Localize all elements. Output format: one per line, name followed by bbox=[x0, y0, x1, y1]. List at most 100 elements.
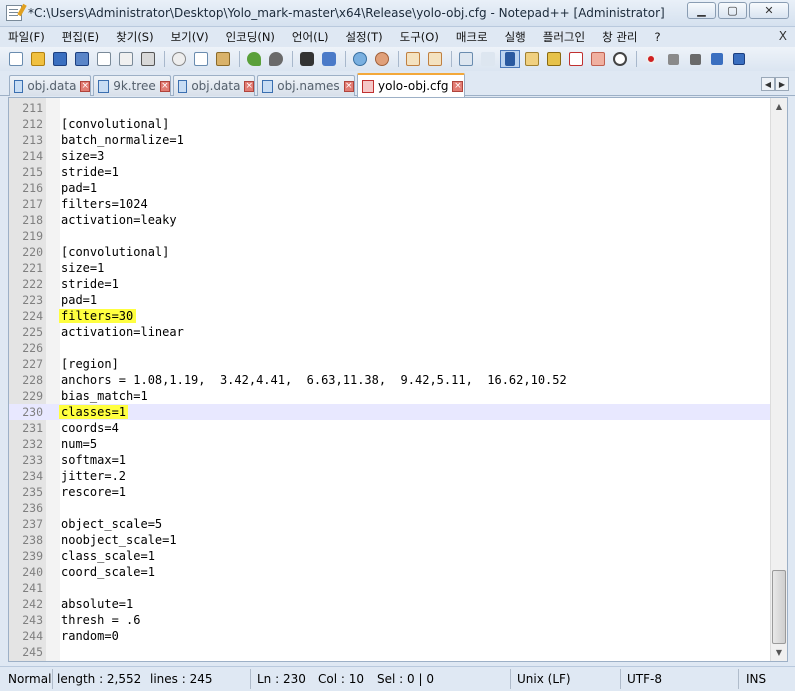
tab-close-icon[interactable]: × bbox=[159, 80, 170, 92]
folder-button[interactable] bbox=[588, 50, 608, 68]
open-file-button[interactable] bbox=[28, 50, 48, 68]
replace-button[interactable] bbox=[319, 50, 339, 68]
scroll-down-icon[interactable]: ▼ bbox=[771, 644, 787, 661]
code-line[interactable]: 216 pad=1 bbox=[9, 180, 771, 196]
code-line[interactable]: 223 pad=1 bbox=[9, 292, 771, 308]
code-line[interactable]: 225 activation=linear bbox=[9, 324, 771, 340]
vertical-scrollbar[interactable]: ▲ ▼ bbox=[770, 98, 787, 661]
code-line[interactable]: 237 object_scale=5 bbox=[9, 516, 771, 532]
code-line[interactable]: 230 classes=1 bbox=[9, 404, 771, 420]
minimize-button[interactable]: ▁ bbox=[687, 2, 716, 19]
code-line[interactable]: 242 absolute=1 bbox=[9, 596, 771, 612]
menu-file[interactable]: 파일(F) bbox=[8, 29, 45, 45]
menu-edit[interactable]: 편집(E) bbox=[62, 29, 99, 45]
tab-yolo-obj-cfg[interactable]: yolo-obj.cfg × bbox=[357, 73, 465, 97]
code-line[interactable]: 226 bbox=[9, 340, 771, 356]
menu-encoding[interactable]: 인코딩(N) bbox=[226, 29, 275, 45]
menu-settings[interactable]: 설정(T) bbox=[345, 29, 382, 45]
code-line[interactable]: 240 coord_scale=1 bbox=[9, 564, 771, 580]
redo-button[interactable] bbox=[266, 50, 286, 68]
folder-workspace-button[interactable] bbox=[566, 50, 586, 68]
function-list-button[interactable] bbox=[544, 50, 564, 68]
code-line[interactable]: 231 coords=4 bbox=[9, 420, 771, 436]
title-bar[interactable]: *C:\Users\Administrator\Desktop\Yolo_mar… bbox=[0, 0, 795, 27]
code-line[interactable]: 234 jitter=.2 bbox=[9, 468, 771, 484]
editor-pane[interactable]: 211 212 [convolutional] 213 batch_normalize=… bbox=[8, 97, 788, 662]
code-line[interactable]: 232 num=5 bbox=[9, 436, 771, 452]
tab-scroll-right-icon[interactable]: ▶ bbox=[775, 77, 789, 91]
code-line[interactable]: 241 bbox=[9, 580, 771, 596]
code-line[interactable]: 229 bias_match=1 bbox=[9, 388, 771, 404]
stop-macro-button[interactable] bbox=[663, 50, 683, 68]
code-line[interactable]: 221 size=1 bbox=[9, 260, 771, 276]
code-line[interactable]: 220 [convolutional] bbox=[9, 244, 771, 260]
paste-button[interactable] bbox=[213, 50, 233, 68]
save-all-button[interactable] bbox=[72, 50, 92, 68]
code-line[interactable]: 239 class_scale=1 bbox=[9, 548, 771, 564]
play-macro-button[interactable] bbox=[685, 50, 705, 68]
maximize-button[interactable]: ▢ bbox=[718, 2, 747, 19]
cut-button[interactable] bbox=[169, 50, 189, 68]
menu-search[interactable]: 찾기(S) bbox=[116, 29, 153, 45]
code-line[interactable]: 211 bbox=[9, 100, 771, 116]
code-line[interactable]: 245 bbox=[9, 644, 771, 660]
code-line[interactable]: 222 stride=1 bbox=[9, 276, 771, 292]
zoom-out-button[interactable] bbox=[372, 50, 392, 68]
code-line[interactable]: 213 batch_normalize=1 bbox=[9, 132, 771, 148]
print-button[interactable] bbox=[138, 50, 158, 68]
tab-close-icon[interactable]: × bbox=[244, 80, 254, 92]
word-wrap-button[interactable] bbox=[456, 50, 476, 68]
close-file-button[interactable] bbox=[94, 50, 114, 68]
menu-language[interactable]: 언어(L) bbox=[292, 29, 329, 45]
play-multiple-button[interactable] bbox=[707, 50, 727, 68]
scroll-up-icon[interactable]: ▲ bbox=[771, 98, 787, 115]
menu-tools[interactable]: 도구(O) bbox=[400, 29, 439, 45]
record-macro-button[interactable] bbox=[641, 50, 661, 68]
copy-button[interactable] bbox=[191, 50, 211, 68]
code-line[interactable]: 228 anchors = 1.08,1.19, 3.42,4.41, 6.63,… bbox=[9, 372, 771, 388]
tab-close-icon[interactable]: × bbox=[80, 80, 90, 92]
code-line[interactable]: 243 thresh = .6 bbox=[9, 612, 771, 628]
scrollbar-thumb[interactable] bbox=[772, 570, 786, 644]
code-line[interactable]: 219 bbox=[9, 228, 771, 244]
tab-close-icon[interactable]: × bbox=[452, 80, 464, 92]
tab-9k-tree[interactable]: 9k.tree × bbox=[93, 75, 171, 96]
show-all-chars-button[interactable] bbox=[478, 50, 498, 68]
undo-button[interactable] bbox=[244, 50, 264, 68]
code-line[interactable]: 236 bbox=[9, 500, 771, 516]
menu-macro[interactable]: 매크로 bbox=[456, 29, 488, 45]
code-line[interactable]: 233 softmax=1 bbox=[9, 452, 771, 468]
tab-obj-data-1[interactable]: obj.data × bbox=[9, 75, 91, 96]
close-document-button[interactable]: X bbox=[779, 29, 787, 43]
tab-obj-names[interactable]: obj.names × bbox=[257, 75, 355, 96]
menu-view[interactable]: 보기(V) bbox=[171, 29, 209, 45]
menu-plugins[interactable]: 플러그인 bbox=[543, 29, 585, 45]
code-line[interactable]: 217 filters=1024 bbox=[9, 196, 771, 212]
tab-obj-data-2[interactable]: obj.data × bbox=[173, 75, 255, 96]
menu-help[interactable]: ? bbox=[654, 30, 660, 44]
code-line[interactable]: 235 rescore=1 bbox=[9, 484, 771, 500]
save-button[interactable] bbox=[50, 50, 70, 68]
tab-scroll-left-icon[interactable]: ◀ bbox=[761, 77, 775, 91]
sync-vertical-button[interactable] bbox=[403, 50, 423, 68]
find-button[interactable] bbox=[297, 50, 317, 68]
close-button[interactable]: ✕ bbox=[749, 2, 789, 19]
indent-guide-button[interactable] bbox=[500, 50, 520, 68]
code-line[interactable]: 212 [convolutional] bbox=[9, 116, 771, 132]
doc-map-button[interactable] bbox=[522, 50, 542, 68]
close-all-button[interactable] bbox=[116, 50, 136, 68]
code-line[interactable]: 244 random=0 bbox=[9, 628, 771, 644]
code-line[interactable]: 238 noobject_scale=1 bbox=[9, 532, 771, 548]
zoom-in-button[interactable] bbox=[350, 50, 370, 68]
sync-horizontal-button[interactable] bbox=[425, 50, 445, 68]
menu-run[interactable]: 실행 bbox=[505, 29, 526, 45]
code-line[interactable]: 227 [region] bbox=[9, 356, 771, 372]
menu-window[interactable]: 창 관리 bbox=[602, 29, 637, 45]
monitoring-button[interactable] bbox=[610, 50, 630, 68]
tab-close-icon[interactable]: × bbox=[343, 80, 354, 92]
code-line[interactable]: 215 stride=1 bbox=[9, 164, 771, 180]
new-file-button[interactable] bbox=[6, 50, 26, 68]
save-macro-button[interactable] bbox=[729, 50, 749, 68]
code-line[interactable]: 214 size=3 bbox=[9, 148, 771, 164]
code-line[interactable]: 224 filters=30 bbox=[9, 308, 771, 324]
